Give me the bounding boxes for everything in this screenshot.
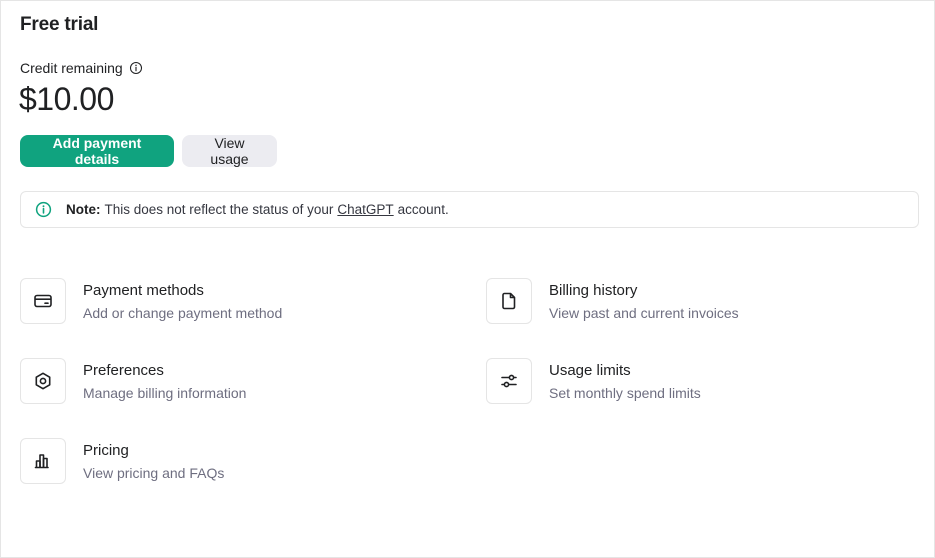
sliders-icon (501, 374, 517, 388)
billing-history-card[interactable]: Billing history View past and current in… (486, 278, 739, 324)
bar-chart-icon (34, 454, 49, 469)
info-icon (35, 201, 52, 218)
add-payment-details-button[interactable]: Add payment details (20, 135, 174, 167)
note-text-after: account. (397, 202, 449, 217)
billing-history-icon-box (486, 278, 532, 324)
chatgpt-link[interactable]: ChatGPT (337, 202, 393, 217)
note-prefix: Note: (66, 202, 101, 217)
card-title: Payment methods (83, 282, 204, 299)
info-icon[interactable] (129, 61, 143, 75)
billing-overview-panel: Free trial Credit remaining $10.00 Add p… (0, 0, 935, 558)
card-subtitle: View pricing and FAQs (83, 465, 225, 481)
note-banner: Note: This does not reflect the status o… (20, 191, 919, 228)
view-usage-button[interactable]: View usage (182, 135, 277, 167)
usage-limits-card[interactable]: Usage limits Set monthly spend limits (486, 358, 701, 404)
preferences-card[interactable]: Preferences Manage billing information (20, 358, 246, 404)
card-title: Preferences (83, 362, 164, 379)
note-text: This does not reflect the status of your (104, 202, 334, 217)
credit-amount: $10.00 (19, 81, 114, 117)
payment-methods-icon-box (20, 278, 66, 324)
preferences-icon-box (20, 358, 66, 404)
card-subtitle: View past and current invoices (549, 305, 739, 321)
document-icon (502, 292, 516, 310)
payment-methods-card[interactable]: Payment methods Add or change payment me… (20, 278, 282, 324)
card-title: Pricing (83, 442, 129, 459)
credit-label-row: Credit remaining (20, 60, 143, 76)
credit-card-icon (34, 294, 52, 308)
gear-icon (35, 372, 51, 390)
page-title: Free trial (20, 14, 99, 35)
card-title: Billing history (549, 282, 638, 299)
pricing-card[interactable]: Pricing View pricing and FAQs (20, 438, 224, 484)
credit-label: Credit remaining (20, 60, 123, 76)
card-subtitle: Manage billing information (83, 385, 247, 401)
card-subtitle: Add or change payment method (83, 305, 283, 321)
card-title: Usage limits (549, 362, 631, 379)
usage-limits-icon-box (486, 358, 532, 404)
card-subtitle: Set monthly spend limits (549, 385, 701, 401)
pricing-icon-box (20, 438, 66, 484)
